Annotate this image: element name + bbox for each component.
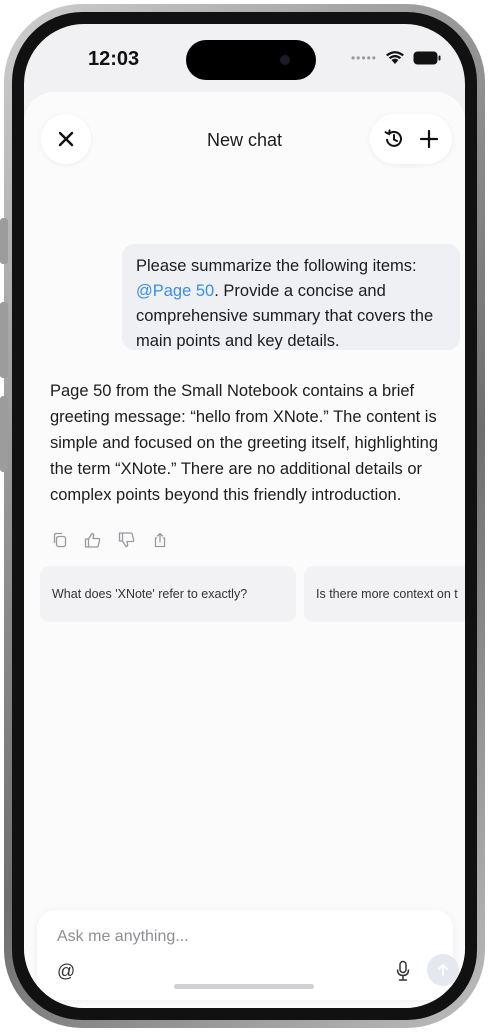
page-mention-link[interactable]: @Page 50 [136, 282, 214, 300]
copy-button[interactable] [52, 532, 68, 548]
microphone-icon [396, 960, 410, 981]
action-button [0, 218, 8, 264]
camera-dot [280, 55, 290, 65]
status-icons: ••••• [351, 50, 441, 65]
user-message-bubble: Please summarize the following items: @P… [122, 244, 460, 350]
dynamic-island [186, 40, 316, 80]
signal-dots-icon: ••••• [350, 50, 377, 65]
thumbs-up-icon [84, 532, 101, 548]
share-button[interactable] [152, 532, 168, 548]
suggestion-chip[interactable]: Is there more context on t [304, 566, 465, 622]
phone-screen: 12:03 ••••• New chat Please summarize th… [24, 24, 465, 1008]
arrow-up-icon [438, 964, 448, 976]
chat-sheet: New chat Please summarize the following … [24, 92, 465, 1008]
share-icon [154, 532, 166, 548]
send-button[interactable] [427, 954, 459, 986]
new-chat-button[interactable] [419, 129, 439, 149]
thumbs-down-button[interactable] [118, 532, 136, 548]
volume-down-button [0, 396, 8, 472]
assistant-message: Page 50 from the Small Notebook contains… [50, 382, 438, 504]
copy-icon [53, 532, 67, 548]
battery-icon [413, 51, 441, 64]
message-actions [52, 532, 168, 548]
volume-up-button [0, 302, 8, 378]
wifi-icon [386, 51, 404, 64]
plus-icon [419, 129, 439, 149]
status-time: 12:03 [88, 48, 140, 70]
thumbs-down-icon [118, 532, 135, 548]
history-icon [384, 129, 402, 147]
home-indicator [174, 984, 314, 989]
suggestion-chip[interactable]: What does 'XNote' refer to exactly? [40, 566, 296, 622]
message-input[interactable]: Ask me anything... [57, 928, 189, 946]
header-actions [370, 114, 452, 164]
mention-button[interactable]: @ [57, 961, 75, 982]
history-button[interactable] [383, 128, 405, 150]
microphone-button[interactable] [395, 960, 411, 987]
thumbs-up-button[interactable] [84, 532, 102, 548]
user-message-text: Please summarize the following items: [136, 257, 417, 275]
